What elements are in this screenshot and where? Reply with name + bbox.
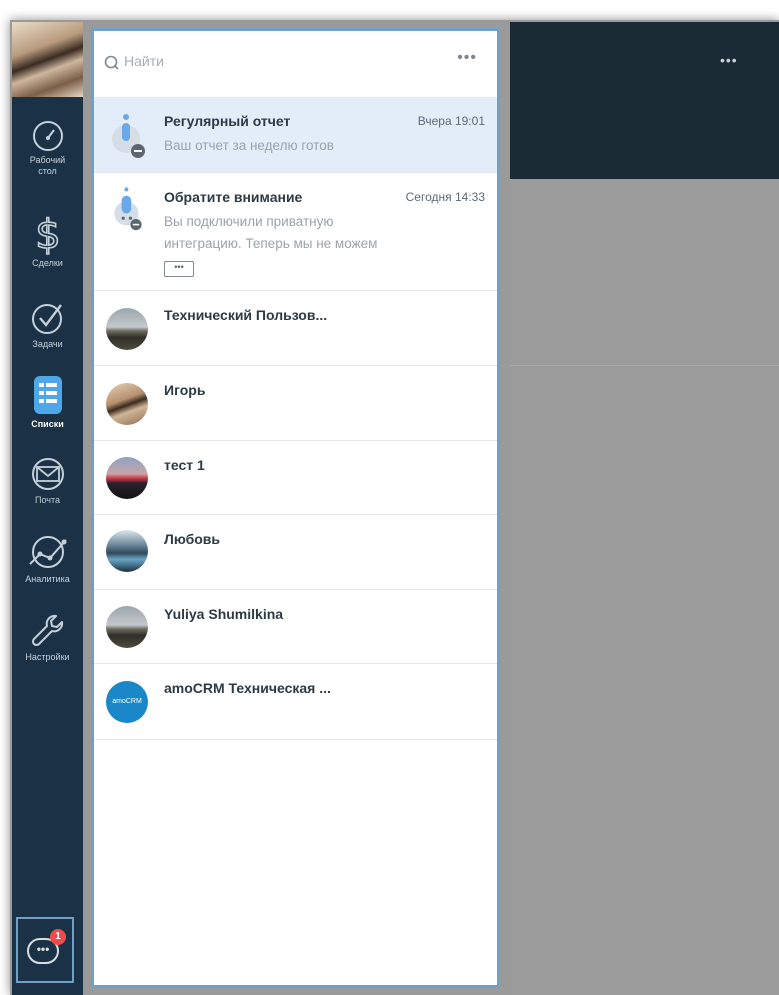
search-bar[interactable]: Найти ••• (94, 31, 497, 97)
chat-list-panel: Найти ••• Регулярный отчет Вчера 19:01 В… (91, 28, 500, 988)
deals-dollar-icon: $ (34, 212, 61, 256)
nav-item-settings[interactable]: Настройки (12, 610, 83, 663)
expand-message-button[interactable]: ••• (164, 261, 194, 277)
chat-content-area (510, 179, 779, 995)
avatar (106, 606, 148, 648)
chat-name: Любовь (164, 531, 221, 547)
lists-icon (33, 376, 62, 414)
chat-name: Технический Пользов... (164, 307, 328, 323)
more-options-icon[interactable]: ••• (457, 49, 477, 67)
chat-name: Игорь (164, 382, 206, 398)
search-icon (104, 55, 119, 70)
chat-time: Сегодня 14:33 (405, 190, 485, 204)
chat-preview: Ваш отчет за неделю готов (164, 138, 334, 153)
chat-item[interactable]: Yuliya Shumilkina (94, 590, 497, 664)
tasks-check-icon (31, 304, 62, 334)
chat-name: Обратите внимание (164, 189, 303, 205)
nav-label: Почта (35, 495, 60, 505)
svg-text:$: $ (35, 212, 60, 256)
chat-preview: Вы подключили приватную интеграцию. Тепе… (164, 214, 378, 251)
mail-icon (31, 458, 64, 490)
nav-label: Рабочий (29, 155, 66, 165)
chat-name: тест 1 (164, 457, 205, 473)
unread-badge: 1 (50, 929, 66, 945)
nav-item-dashboard[interactable]: Рабочий стол (12, 119, 83, 177)
settings-wrench-icon (31, 614, 63, 647)
dashboard-gauge-icon (32, 121, 63, 151)
nav-label: Задачи (32, 339, 63, 349)
nav-item-analytics[interactable]: Аналитика (12, 532, 83, 585)
nav-label: стол (38, 166, 57, 176)
chat-item[interactable]: Игорь (94, 366, 497, 441)
avatar (106, 383, 148, 425)
nav-item-deals[interactable]: $ Сделки (12, 212, 83, 269)
search-input[interactable]: Найти (124, 53, 164, 69)
chat-name: Yuliya Shumilkina (164, 606, 284, 622)
chat-name: amoCRM Техническая ... (164, 680, 331, 696)
chat-item[interactable]: Технический Пользов... (94, 291, 497, 366)
nav-label: Аналитика (25, 574, 70, 584)
nav-item-tasks[interactable]: Задачи (12, 299, 83, 350)
chat-header-area: ••• (510, 22, 779, 179)
more-options-icon[interactable]: ••• (720, 52, 738, 68)
user-avatar[interactable] (12, 22, 83, 97)
chat-launcher-button[interactable]: ••• 1 (16, 917, 74, 983)
chat-time: Вчера 19:01 (417, 114, 485, 128)
avatar (106, 457, 148, 499)
nav-label: Списки (31, 419, 64, 429)
left-navigation: Рабочий стол $ Сделки Задачи Списки Почт… (12, 22, 83, 995)
chat-item[interactable]: Любовь (94, 515, 497, 590)
analytics-icon (28, 536, 67, 568)
bot-avatar-icon (114, 187, 142, 231)
nav-label: Настройки (25, 652, 70, 662)
nav-label: Сделки (32, 258, 63, 268)
bot-avatar-icon (112, 114, 145, 158)
chat-item[interactable]: Регулярный отчет Вчера 19:01 Ваш отчет з… (94, 97, 497, 173)
chat-name: Регулярный отчет (164, 113, 291, 129)
chat-item[interactable]: тест 1 (94, 441, 497, 515)
chat-item[interactable]: Обратите внимание Сегодня 14:33 Вы подкл… (94, 173, 497, 291)
chat-item[interactable]: amoCRM amoCRM Техническая ... (94, 664, 497, 740)
avatar: amoCRM (106, 681, 148, 723)
avatar (106, 308, 148, 350)
divider (510, 365, 779, 366)
avatar (106, 530, 148, 572)
nav-item-lists[interactable]: Списки (12, 373, 83, 430)
nav-item-mail[interactable]: Почта (12, 455, 83, 506)
